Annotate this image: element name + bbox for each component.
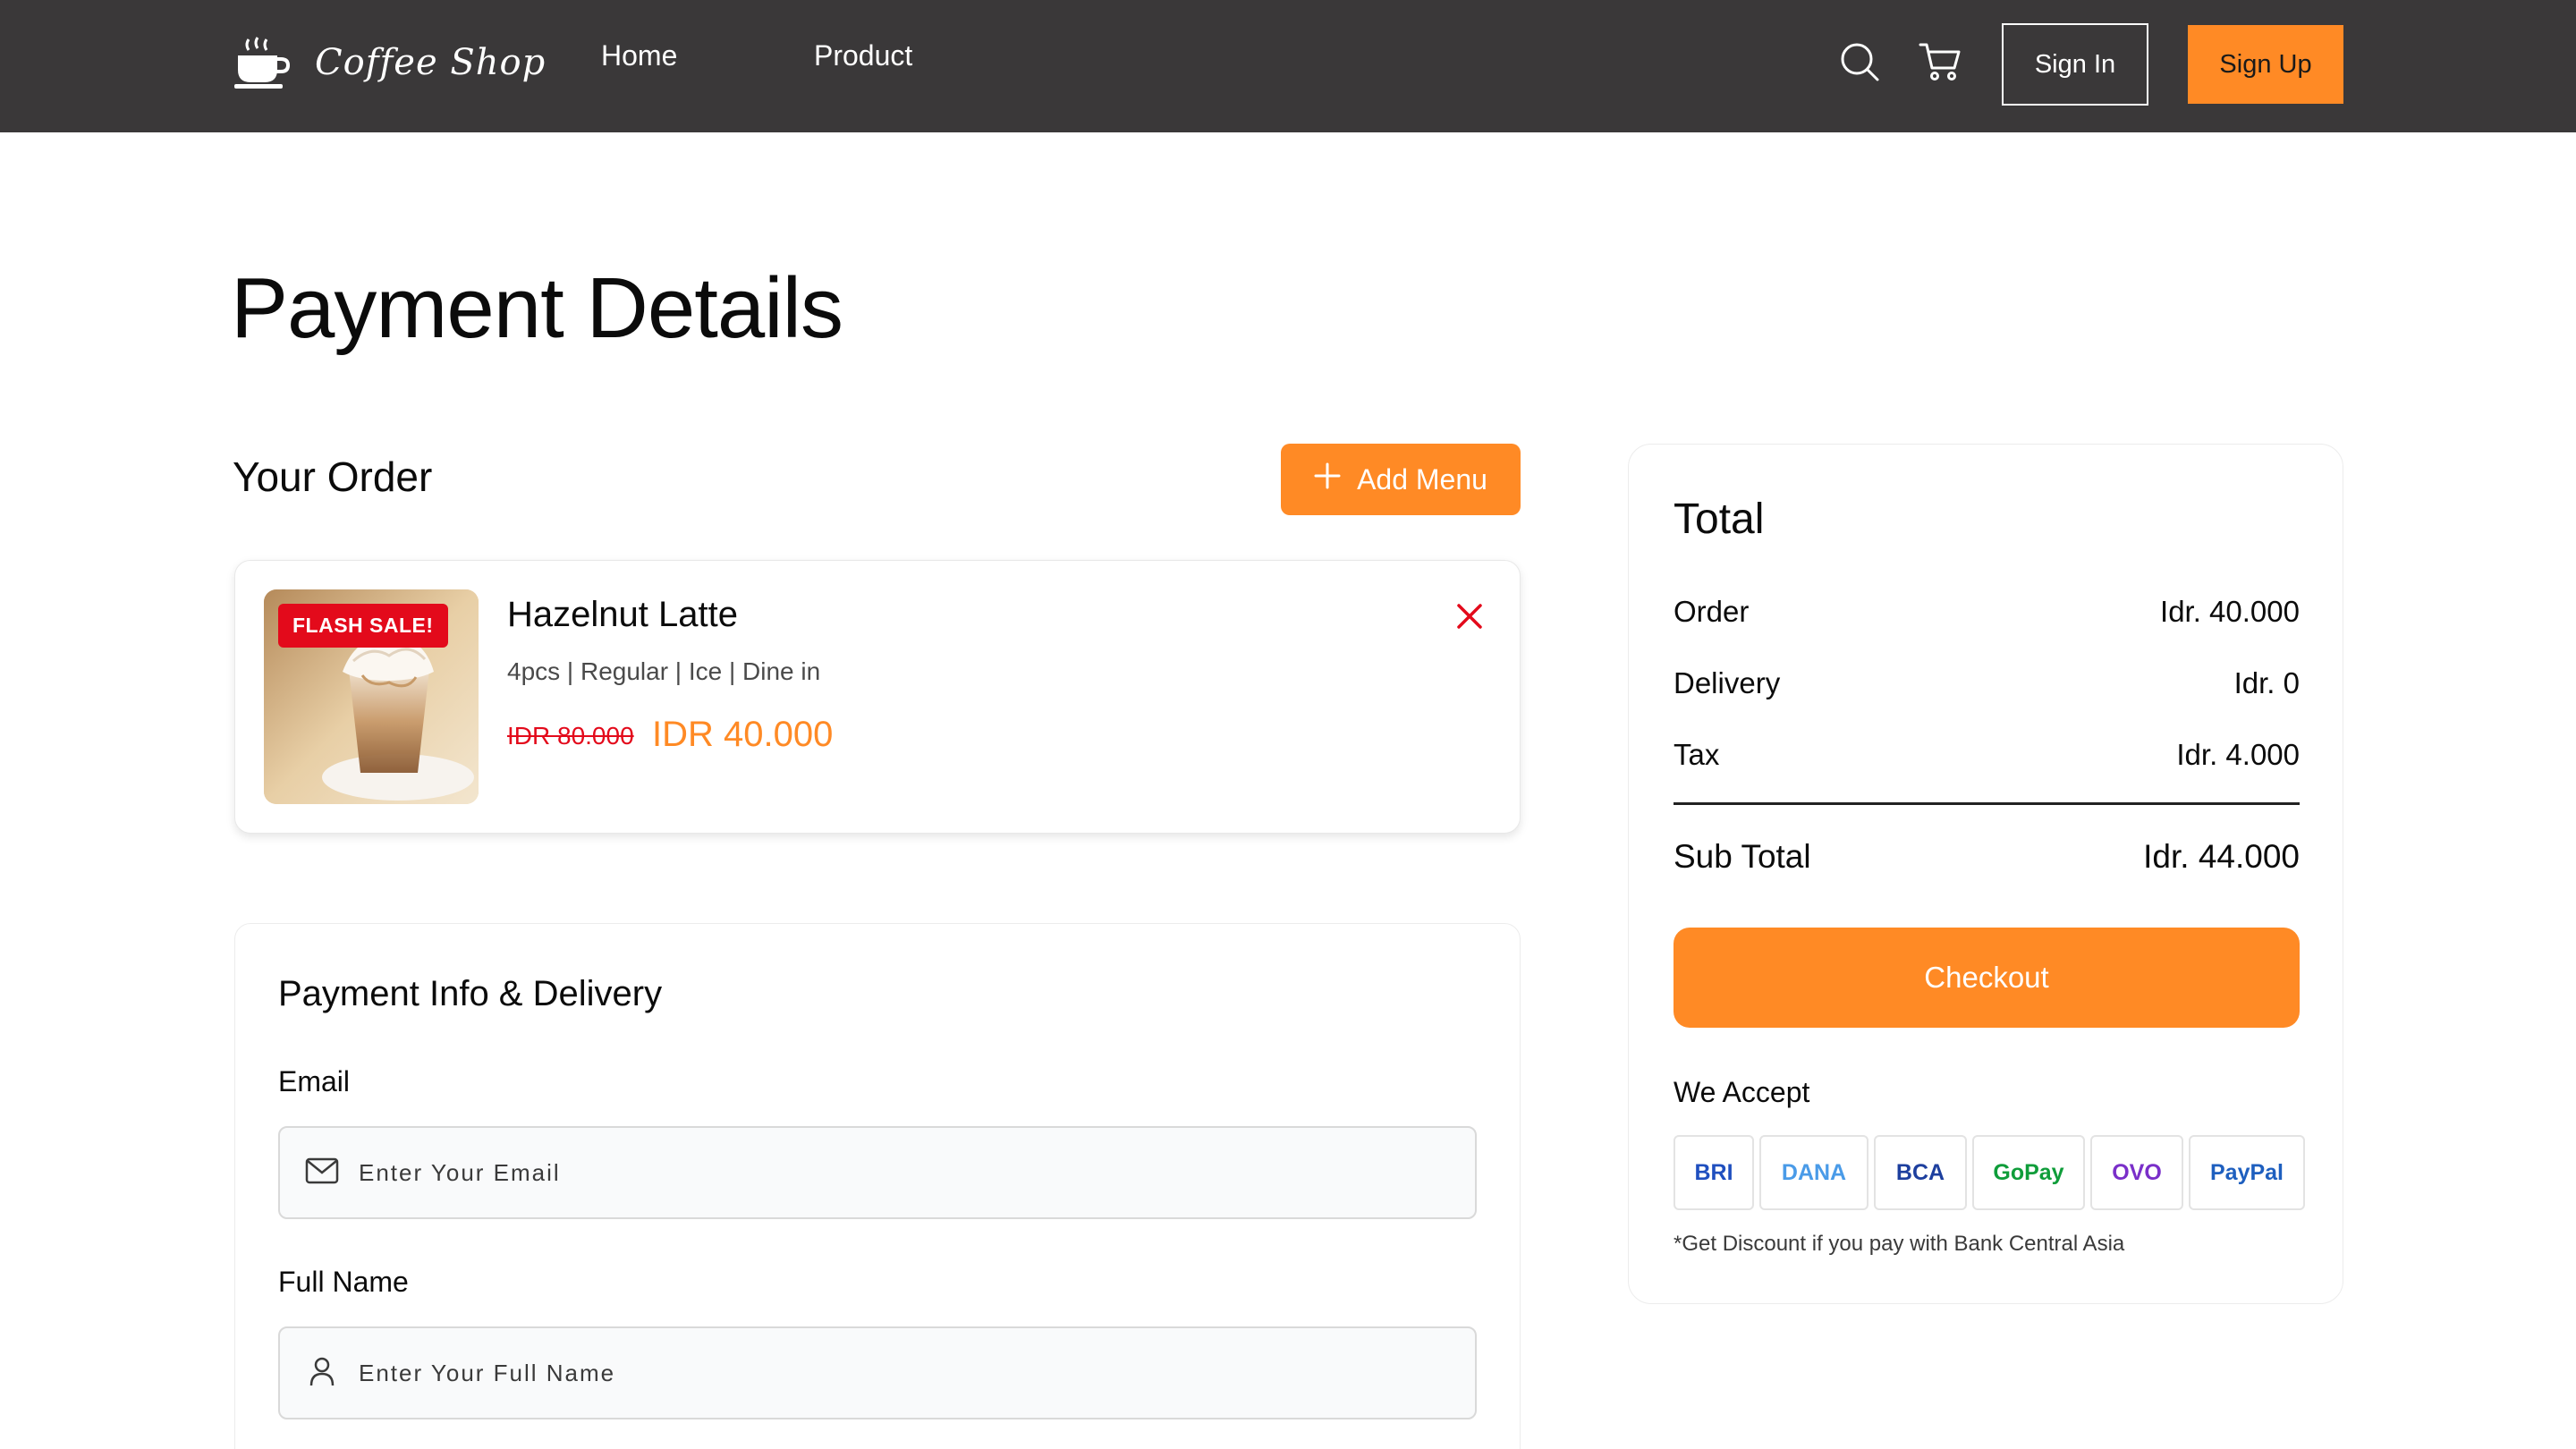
payment-info-heading: Payment Info & Delivery (278, 974, 663, 1013)
coffee-cup-icon (234, 36, 291, 89)
search-icon (1839, 41, 1880, 87)
payment-methods: BRI DANA BCA GoPay OVO PayPal (1674, 1135, 2305, 1210)
cart-button[interactable] (1918, 41, 1962, 86)
payment-method-gopay[interactable]: GoPay (1972, 1135, 2085, 1210)
add-menu-button[interactable]: Add Menu (1281, 444, 1521, 515)
product-image: FLASH SALE! (264, 589, 479, 804)
item-name: Hazelnut Latte (507, 595, 738, 634)
payment-method-ovo[interactable]: OVO (2090, 1135, 2183, 1210)
logo-text: Coffee Shop (315, 42, 547, 83)
order-item-card: FLASH SALE! Hazelnut Latte 4pcs | Regula… (234, 560, 1521, 834)
mail-icon (305, 1157, 339, 1189)
delivery-row: Delivery Idr. 0 (1674, 666, 2300, 700)
total-card: Total Order Idr. 40.000 Delivery Idr. 0 … (1628, 444, 2343, 1304)
full-name-label: Full Name (278, 1266, 409, 1298)
payment-method-bri[interactable]: BRI (1674, 1135, 1754, 1210)
item-options: 4pcs | Regular | Ice | Dine in (507, 657, 821, 685)
add-menu-label: Add Menu (1357, 462, 1487, 496)
navbar: Coffee Shop Home Product Sign In Sign Up (0, 0, 2576, 132)
payment-method-bca[interactable]: BCA (1874, 1135, 1967, 1210)
delivery-label: Delivery (1674, 666, 1781, 699)
order-value: Idr. 40.000 (2160, 595, 2300, 628)
payment-method-dana[interactable]: DANA (1759, 1135, 1868, 1210)
full-name-input[interactable] (359, 1359, 1432, 1387)
order-label: Order (1674, 595, 1750, 628)
page-title: Payment Details (231, 260, 843, 356)
total-divider (1674, 802, 2300, 805)
tax-label: Tax (1674, 738, 1720, 771)
plus-icon (1314, 462, 1341, 496)
sign-in-button[interactable]: Sign In (2002, 23, 2148, 106)
new-price: IDR 40.000 (652, 715, 834, 754)
close-icon (1456, 603, 1483, 634)
nav-link-home[interactable]: Home (601, 39, 677, 72)
nav-link-product[interactable]: Product (814, 39, 912, 72)
sign-up-button[interactable]: Sign Up (2188, 25, 2343, 104)
we-accept-heading: We Accept (1674, 1076, 1810, 1108)
subtotal-label: Sub Total (1674, 838, 1811, 875)
email-input[interactable] (359, 1158, 1432, 1187)
order-row: Order Idr. 40.000 (1674, 595, 2300, 629)
subtotal-value: Idr. 44.000 (2143, 838, 2300, 875)
full-name-field-box (278, 1326, 1477, 1419)
email-label: Email (278, 1065, 351, 1097)
tax-row: Tax Idr. 4.000 (1674, 738, 2300, 772)
subtotal-row: Sub Total Idr. 44.000 (1674, 838, 2300, 876)
remove-item-button[interactable] (1452, 600, 1487, 636)
flash-sale-badge: FLASH SALE! (278, 604, 448, 648)
email-field-box (278, 1126, 1477, 1219)
logo[interactable]: Coffee Shop (234, 36, 546, 89)
search-button[interactable] (1837, 41, 1882, 86)
payment-method-paypal[interactable]: PayPal (2189, 1135, 2305, 1210)
your-order-heading: Your Order (233, 453, 433, 500)
payment-info-card: Payment Info & Delivery Email Full Name (234, 923, 1521, 1449)
discount-note: *Get Discount if you pay with Bank Centr… (1674, 1232, 2125, 1256)
tax-value: Idr. 4.000 (2176, 738, 2300, 771)
old-price: IDR 80.000 (507, 722, 634, 750)
cart-icon (1919, 41, 1962, 87)
delivery-value: Idr. 0 (2233, 666, 2300, 699)
total-heading: Total (1674, 496, 1765, 543)
user-icon (305, 1356, 339, 1391)
checkout-button[interactable]: Checkout (1674, 928, 2300, 1028)
